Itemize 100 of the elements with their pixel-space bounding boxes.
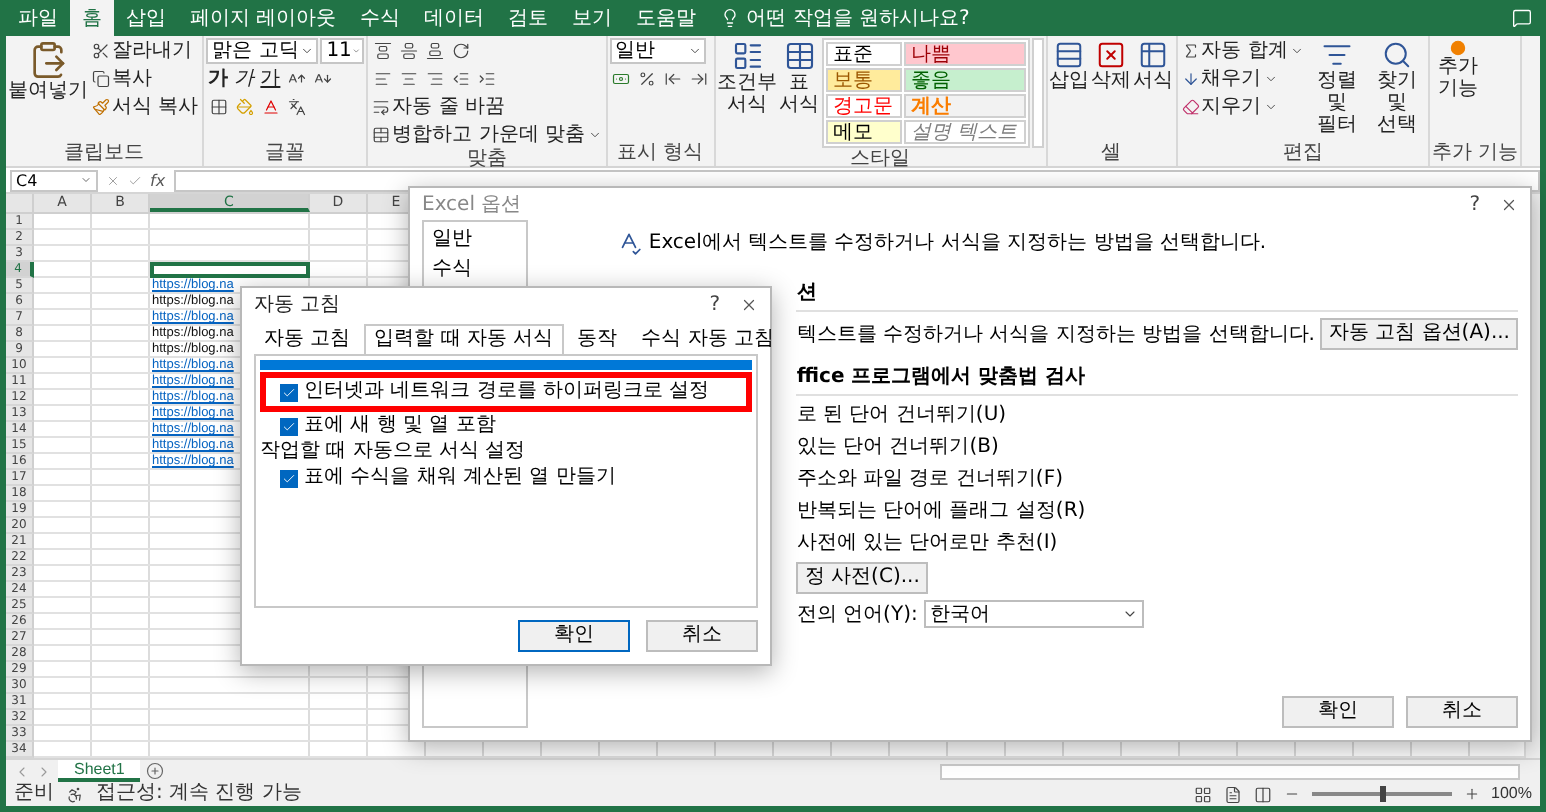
group-label: 추가 기능 bbox=[1431, 142, 1519, 166]
slider-thumb[interactable] bbox=[1379, 786, 1386, 802]
font-color-icon bbox=[261, 98, 280, 116]
dialog-tab[interactable]: 동작 bbox=[567, 324, 628, 354]
orientation-button[interactable] bbox=[448, 38, 473, 64]
find-select-button[interactable]: 찾기 및 선택 bbox=[1367, 38, 1426, 138]
ribbon-tab[interactable]: 도움말 bbox=[624, 0, 709, 36]
paint-bucket-icon bbox=[235, 98, 254, 116]
cell-style-option[interactable]: 나쁨 bbox=[903, 42, 1026, 66]
option-label: 있는 단어 건너뛰기(B) bbox=[796, 434, 999, 460]
ribbon-tab[interactable]: 데이터 bbox=[412, 0, 497, 36]
sheet-tab[interactable]: Sheet1 bbox=[58, 760, 141, 782]
ribbon-tab[interactable]: 삽입 bbox=[114, 0, 178, 36]
align-bottom-button[interactable] bbox=[422, 38, 447, 64]
copy-button[interactable]: 복사 bbox=[90, 66, 201, 92]
option-label: 로 된 단어 건너뛰기(U) bbox=[796, 402, 1007, 428]
language-select[interactable]: 한국어 bbox=[923, 600, 1144, 628]
cell-style-option[interactable]: 좋음 bbox=[903, 68, 1026, 92]
dialog-button[interactable]: 취소 bbox=[1406, 696, 1518, 728]
dictionary-button[interactable]: 정 사전(C)... bbox=[796, 562, 928, 594]
help-button[interactable]: ? bbox=[709, 293, 720, 315]
clipboard-icon bbox=[28, 40, 68, 80]
format-table-button[interactable]: 표 서식 bbox=[779, 38, 820, 118]
page-break-view-icon[interactable] bbox=[1253, 785, 1272, 803]
add-sheet-icon[interactable] bbox=[146, 762, 165, 780]
ribbon-tab[interactable]: 검토 bbox=[496, 0, 561, 36]
borders-icon bbox=[209, 98, 228, 116]
cell-style-option[interactable]: 설명 텍스트 bbox=[903, 120, 1026, 144]
percent-button[interactable] bbox=[635, 66, 660, 92]
ribbon-tab[interactable]: 홈 bbox=[70, 0, 114, 36]
cells-button[interactable]: 삭제 bbox=[1091, 38, 1132, 94]
search-hint[interactable]: 어떤 작업을 원하시나요? bbox=[746, 4, 970, 32]
font-size-field[interactable]: 11 bbox=[320, 38, 365, 64]
comment-icon[interactable] bbox=[1512, 8, 1532, 28]
add-ins-button[interactable]: 추가 기능 bbox=[1431, 38, 1484, 102]
align-middle-button[interactable] bbox=[396, 38, 421, 64]
dialog-tab[interactable]: 수식 자동 고침 bbox=[631, 324, 785, 354]
format-painter-button[interactable]: 서식 복사 bbox=[90, 94, 201, 120]
normal-view-icon[interactable] bbox=[1193, 785, 1212, 803]
ribbon-tab[interactable]: 수식 bbox=[348, 0, 413, 36]
zoom-in-icon[interactable] bbox=[1463, 786, 1480, 802]
check-icon bbox=[282, 419, 296, 433]
cut-button[interactable]: 잘라내기 bbox=[90, 38, 201, 64]
font-style-button[interactable]: 가 bbox=[232, 66, 257, 92]
sort-filter-button[interactable]: 정렬 및 필터 bbox=[1307, 38, 1366, 138]
font-style-button[interactable]: 가 bbox=[258, 66, 283, 92]
group-label: 글꼴 bbox=[263, 142, 308, 166]
wrap-text-button[interactable]: 자동 줄 바꿈 bbox=[370, 94, 604, 120]
checkbox[interactable] bbox=[280, 383, 298, 401]
paste-button[interactable]: 붙여넣기 bbox=[8, 38, 88, 104]
align-top-button[interactable] bbox=[370, 38, 395, 64]
number-format-field[interactable]: 일반 bbox=[609, 38, 706, 64]
ribbon-tab[interactable]: 파일 bbox=[6, 0, 70, 36]
conditional-format-button[interactable]: 조건부 서식 bbox=[717, 38, 778, 118]
close-icon[interactable] bbox=[1500, 195, 1518, 213]
cells-button[interactable]: 서식 bbox=[1133, 38, 1174, 94]
search-icon bbox=[1381, 40, 1412, 70]
checkbox[interactable] bbox=[280, 417, 298, 435]
format-cells-icon bbox=[1138, 40, 1169, 70]
insert-function-button[interactable]: fx bbox=[150, 171, 166, 189]
help-button[interactable]: ? bbox=[1469, 193, 1480, 215]
clear-button[interactable]: 지우기 bbox=[1179, 94, 1306, 120]
horizontal-scrollbar[interactable] bbox=[940, 763, 1520, 779]
ribbon-tab[interactable]: 보기 bbox=[560, 0, 625, 36]
cell-style-option[interactable]: 메모 bbox=[825, 120, 902, 144]
gallery-scrollbar[interactable] bbox=[1031, 38, 1044, 148]
ribbon-tab[interactable]: 페이지 레이아웃 bbox=[178, 0, 349, 36]
dialog-tab[interactable]: 입력할 때 자동 서식 bbox=[364, 324, 564, 354]
nav-item[interactable]: 일반 bbox=[432, 228, 519, 252]
indent-decrease-icon bbox=[451, 70, 470, 88]
dialog-button[interactable]: 확인 bbox=[1282, 696, 1394, 728]
merge-center-button[interactable]: 병합하고 가운데 맞춤 bbox=[370, 122, 604, 148]
close-icon[interactable] bbox=[740, 295, 758, 313]
font-name-field[interactable]: 맑은 고딕 bbox=[206, 38, 319, 64]
borders-button[interactable] bbox=[206, 94, 231, 120]
rotate-icon bbox=[451, 42, 470, 60]
name-box[interactable]: C4 bbox=[10, 169, 98, 191]
accessibility-status[interactable]: 접근성: 계속 진행 가능 bbox=[96, 782, 302, 806]
autocorrect-options-button[interactable]: 자동 고침 옵션(A)... bbox=[1320, 318, 1518, 350]
active-cell[interactable] bbox=[150, 262, 310, 278]
checkbox[interactable] bbox=[280, 469, 298, 487]
dialog-button[interactable]: 취소 bbox=[646, 620, 758, 652]
cell-style-option[interactable]: 보통 bbox=[825, 68, 902, 92]
zoom-level[interactable]: 100% bbox=[1491, 782, 1532, 806]
wrap-text-icon bbox=[372, 98, 391, 116]
cancel-icon[interactable] bbox=[106, 173, 120, 187]
align-top-icon bbox=[373, 42, 392, 60]
scissors-icon bbox=[92, 42, 110, 60]
nav-item[interactable]: 수식 bbox=[432, 258, 519, 282]
cell-style-option[interactable]: 표준 bbox=[825, 42, 902, 66]
cell-style-option[interactable]: 경고문 bbox=[825, 94, 902, 118]
font-style-button[interactable]: 가 bbox=[206, 66, 231, 92]
option-label: 전의 언어(Y): bbox=[796, 601, 918, 627]
cells-button[interactable]: 삽입 bbox=[1049, 38, 1090, 94]
dialog-tab[interactable]: 자동 고침 bbox=[254, 324, 361, 354]
autosum-button[interactable]: 자동 합계 bbox=[1179, 38, 1306, 64]
dialog-button[interactable]: 확인 bbox=[518, 620, 630, 652]
fill-color-button[interactable] bbox=[232, 94, 257, 120]
fill-button[interactable]: 채우기 bbox=[1179, 66, 1306, 92]
page-layout-view-icon[interactable] bbox=[1223, 785, 1242, 803]
